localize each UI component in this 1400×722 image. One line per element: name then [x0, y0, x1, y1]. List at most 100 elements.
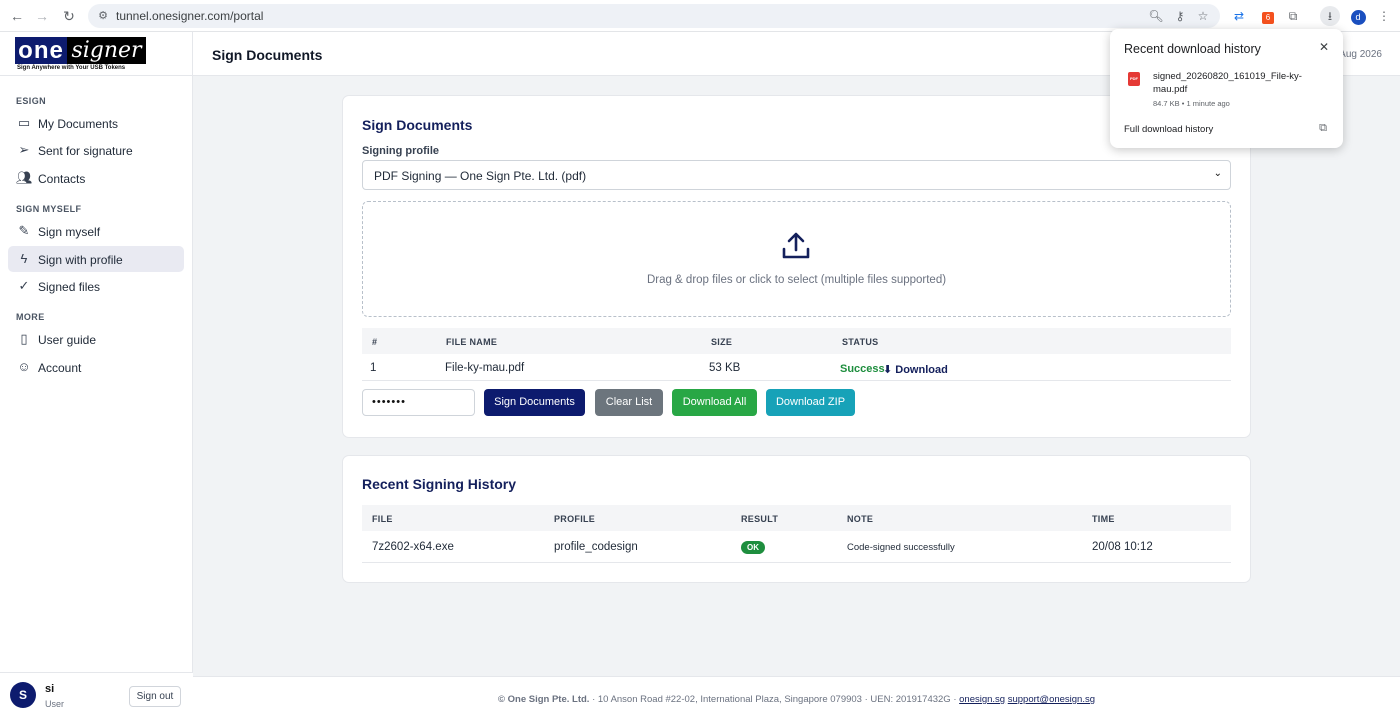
topbar-date: Aug 2026	[1339, 49, 1382, 60]
signing-profile-value: PDF Signing — One Sign Pte. Ltd. (pdf)	[374, 169, 587, 183]
downloads-icon[interactable]: ⭳	[1320, 6, 1340, 26]
browser-toolbar: ← → ↻ ⚙ tunnel.onesigner.com/portal 🔍︎ ⚷…	[0, 0, 1400, 32]
full-download-history-link[interactable]: Full download history	[1124, 124, 1213, 135]
sidebar-item-sign-with-profile[interactable]: ϟ Sign with profile	[8, 246, 184, 272]
column-header: FILE NAME	[446, 337, 498, 347]
url-text: tunnel.onesigner.com/portal	[116, 9, 264, 23]
sidebar-item-label: Account	[38, 361, 82, 375]
row-download-link[interactable]: ⬇ Download	[883, 363, 948, 376]
section-label-more: MORE	[16, 312, 45, 322]
user-role: User	[45, 699, 65, 709]
user-panel: S si User Sign out	[0, 672, 193, 722]
section-label-sign-myself: SIGN MYSELF	[16, 204, 82, 214]
sign-documents-button[interactable]: Sign Documents	[484, 389, 585, 416]
address-bar[interactable]: ⚙ tunnel.onesigner.com/portal	[88, 4, 1220, 28]
translate-extension-icon[interactable]: ⇄	[1229, 6, 1249, 26]
column-header: RESULT	[741, 514, 779, 524]
file-dropzone[interactable]: Drag & drop files or click to select (mu…	[362, 201, 1231, 317]
password-key-icon[interactable]: ⚷	[1170, 6, 1190, 26]
dropzone-text: Drag & drop files or click to select (mu…	[646, 274, 947, 286]
row-status-success: Success	[840, 363, 885, 375]
upload-icon	[782, 232, 810, 259]
history-file: 7z2602-x64.exe	[372, 541, 454, 553]
sidebar-item-sign-myself[interactable]: ✎ Sign myself	[8, 218, 184, 244]
browser-menu-icon[interactable]: ⋮	[1374, 6, 1394, 26]
logo-one: one	[15, 37, 67, 64]
footer-link-website[interactable]: onesign.sg	[959, 694, 1005, 705]
book-icon: ▯	[20, 331, 28, 346]
pdf-file-icon: PDF	[1128, 72, 1140, 86]
logo-signer: signer	[67, 37, 146, 64]
send-icon: ➢	[18, 142, 30, 157]
footer: © One Sign Pte. Ltd. · 10 Anson Road #22…	[193, 676, 1400, 722]
column-header: FILE	[372, 514, 393, 524]
history-time: 20/08 10:12	[1092, 541, 1153, 553]
sidebar-item-contacts[interactable]: 👥︎ Contacts	[8, 165, 184, 191]
forward-icon[interactable]: →	[33, 7, 51, 25]
column-header: STATUS	[842, 337, 879, 347]
column-header: SIZE	[711, 337, 733, 347]
extension-badge-icon[interactable]: 6	[1258, 6, 1278, 26]
status-badge: OK	[741, 541, 765, 554]
history-profile: profile_codesign	[554, 541, 638, 553]
sidebar-item-sent-for-signature[interactable]: ➢ Sent for signature	[8, 137, 184, 163]
zoom-icon[interactable]: 🔍︎	[1146, 6, 1166, 26]
download-all-button[interactable]: Download All	[672, 389, 757, 416]
section-label-esign: ESIGN	[16, 96, 47, 106]
history-note: Code-signed successfully	[847, 542, 955, 553]
footer-link-support[interactable]: support@onesign.sg	[1008, 694, 1095, 705]
user-name: si	[45, 683, 55, 695]
sidebar-item-label: Sign with profile	[38, 253, 123, 267]
extensions-puzzle-icon[interactable]: ⧉	[1283, 6, 1303, 26]
sidebar-item-my-documents[interactable]: ▭ My Documents	[8, 110, 184, 136]
footer-text: © One Sign Pte. Ltd. · 10 Anson Road #22…	[193, 694, 1400, 705]
logo-tagline: Sign Anywhere with Your USB Tokens	[17, 65, 126, 71]
token-pin-input[interactable]: •••••••	[362, 389, 475, 416]
downloaded-file-meta: 84.7 KB • 1 minute ago	[1153, 99, 1230, 108]
signing-history-card: Recent Signing History FILE PROFILE RESU…	[342, 455, 1251, 583]
back-icon[interactable]: ←	[8, 7, 26, 25]
table-row: 1 File-ky-mau.pdf 53 KB Success ⬇ Downlo…	[362, 355, 1231, 381]
pen-icon: ✎	[18, 223, 30, 238]
column-header: NOTE	[847, 514, 874, 524]
column-header: TIME	[1092, 514, 1115, 524]
sidebar-item-label: Contacts	[38, 172, 86, 186]
sidebar-item-account[interactable]: ☺ Account	[8, 354, 184, 380]
sidebar-item-signed-files[interactable]: ✓ Signed files	[8, 273, 184, 299]
files-table-header: # FILE NAME SIZE STATUS	[362, 328, 1231, 354]
pin-mask: •••••••	[372, 396, 406, 408]
profile-initial: d	[1350, 10, 1366, 25]
sidebar-item-user-guide[interactable]: ▯ User guide	[8, 326, 184, 352]
chevron-down-icon: ⌄	[1213, 168, 1222, 179]
sidebar-item-label: My Documents	[38, 117, 119, 131]
sign-out-button[interactable]: Sign out	[129, 686, 181, 707]
column-header: #	[372, 337, 378, 347]
bookmark-star-icon[interactable]: ☆	[1193, 6, 1213, 26]
bolt-icon: ϟ	[20, 251, 28, 266]
user-icon: ☺	[17, 359, 31, 374]
download-zip-button[interactable]: Download ZIP	[766, 389, 855, 416]
clear-list-button[interactable]: Clear List	[595, 389, 663, 416]
column-header: PROFILE	[554, 514, 596, 524]
avatar: S	[10, 682, 36, 708]
history-table-header: FILE PROFILE RESULT NOTE TIME	[362, 505, 1231, 531]
site-settings-icon[interactable]: ⚙	[96, 9, 110, 23]
close-icon[interactable]: ✕	[1319, 40, 1329, 54]
profile-avatar[interactable]: d	[1348, 6, 1368, 26]
row-index: 1	[370, 362, 377, 374]
sidebar-item-label: Signed files	[38, 280, 101, 294]
row-file-name: File-ky-mau.pdf	[445, 362, 525, 374]
contacts-icon: 👥︎	[16, 170, 33, 185]
row-size: 53 KB	[709, 362, 741, 374]
download-history-popup: Recent download history ✕ PDF signed_202…	[1110, 29, 1343, 148]
card-title: Sign Documents	[362, 117, 473, 133]
signing-profile-select[interactable]: PDF Signing — One Sign Pte. Ltd. (pdf) ⌄	[362, 160, 1231, 190]
popup-title: Recent download history	[1124, 42, 1261, 56]
downloaded-file-name[interactable]: signed_20260820_161019_File-ky-mau.pdf	[1153, 70, 1313, 96]
onesigner-logo[interactable]: one signer Sign Anywhere with Your USB T…	[15, 37, 146, 72]
table-row: 7z2602-x64.exe profile_codesign OK Code-…	[362, 532, 1231, 563]
check-circle-icon: ✓	[18, 278, 30, 293]
sidebar-item-label: Sent for signature	[38, 144, 133, 158]
reload-icon[interactable]: ↻	[60, 7, 78, 25]
open-external-icon[interactable]: ⧉	[1319, 122, 1327, 135]
